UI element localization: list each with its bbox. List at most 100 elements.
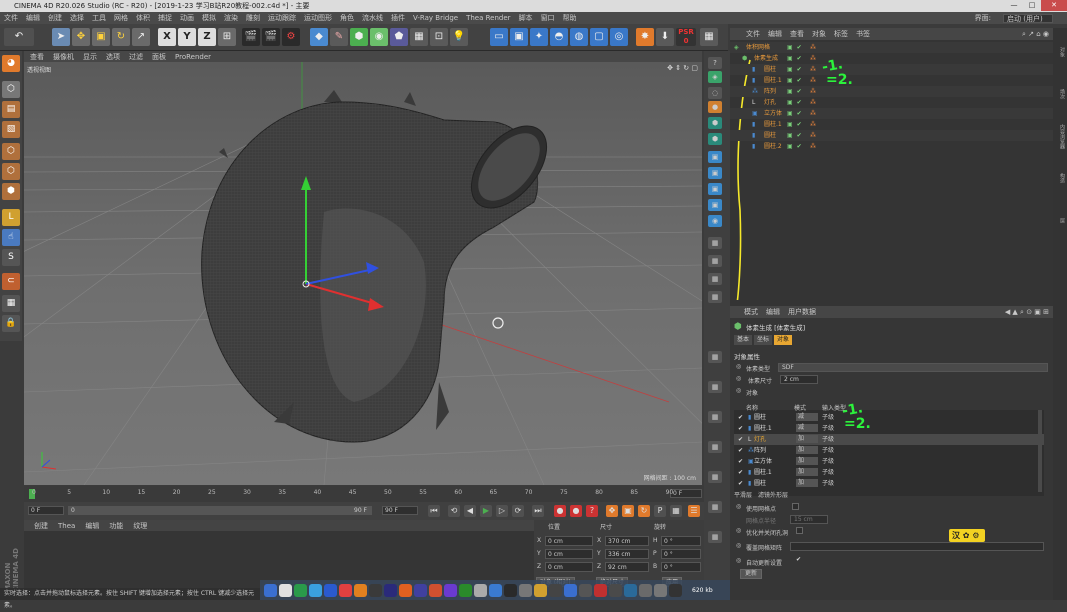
table-row-mode[interactable]: 减 <box>796 413 818 421</box>
table-row[interactable]: ✔ ▮ 圆柱.1 加子级 <box>734 467 1044 478</box>
object-name[interactable]: 体积网格 <box>746 42 770 53</box>
field-icon[interactable]: ▦ <box>410 28 428 46</box>
start-frame-field[interactable]: 0 F <box>28 506 64 515</box>
object-row[interactable]: ▮ 圆柱 ▣ ✔ ⁂ <box>730 64 1053 75</box>
layout-h-icon[interactable]: ▦ <box>708 441 722 453</box>
layout-f-icon[interactable]: ▦ <box>708 381 722 393</box>
table-row[interactable]: ✔ ▮ 圆柱 减子级 <box>734 412 1044 423</box>
object-row[interactable]: ▮ 圆柱.2 ▣ ✔ ⁂ <box>730 141 1053 152</box>
menu-item[interactable]: 文件 <box>4 13 18 23</box>
position-field[interactable]: 0 cm <box>545 549 593 559</box>
object-name[interactable]: 圆柱 <box>764 130 776 141</box>
cube-icon[interactable]: ◆ <box>310 28 328 46</box>
size-field[interactable]: 370 cm <box>605 536 649 546</box>
viewport-menu-item[interactable]: 面板 <box>152 52 166 62</box>
object-b-icon[interactable]: ▣ <box>708 167 722 179</box>
light-icon[interactable]: 💡 <box>450 28 468 46</box>
viewport-nav-icons[interactable]: ✥ ⇕ ↻ ▢ <box>667 64 698 72</box>
deformer-icon[interactable]: ⬟ <box>390 28 408 46</box>
visibility-toggles[interactable]: ▣ ✔ <box>787 86 803 97</box>
physical-sky-icon[interactable]: ◎ <box>610 28 628 46</box>
object-name[interactable]: 圆柱 <box>764 64 776 75</box>
generator-icon[interactable]: ◉ <box>370 28 388 46</box>
rotate-icon[interactable]: ↻ <box>112 28 130 46</box>
size-field[interactable]: 92 cm <box>605 562 649 572</box>
taskbar-app-icon[interactable] <box>444 583 457 597</box>
table-row-checkbox[interactable]: ✔ <box>738 412 743 423</box>
layout-e-icon[interactable]: ▦ <box>708 351 722 363</box>
taskbar-app-icon[interactable] <box>639 583 652 597</box>
subdivision-icon[interactable]: ⬢ <box>350 28 368 46</box>
key-param-icon[interactable]: P <box>654 505 666 517</box>
key-rotation-icon[interactable]: ↻ <box>638 505 650 517</box>
solo-icon[interactable]: S <box>2 249 20 266</box>
object-menu-item[interactable]: 编辑 <box>768 29 782 39</box>
table-row[interactable]: ✔ L 灯孔 加子级 <box>734 434 1044 445</box>
object-menu-item[interactable]: 对象 <box>812 29 826 39</box>
key-pla-icon[interactable]: ▦ <box>670 505 682 517</box>
table-row-checkbox[interactable]: ✔ <box>738 478 743 489</box>
right-strip-tab[interactable]: 内容浏览器 <box>1054 116 1066 156</box>
object-row[interactable]: L 灯孔 ▣ ✔ ⁂ <box>730 97 1053 108</box>
floor-icon[interactable]: ◓ <box>550 28 568 46</box>
object-menu-item[interactable]: 查看 <box>790 29 804 39</box>
menu-item[interactable]: 运动跟踪 <box>268 13 296 23</box>
object-d-icon[interactable]: ▣ <box>708 199 722 211</box>
filter-layer-tab[interactable]: 滤镜外形层 <box>758 490 788 499</box>
taskbar-app-icon[interactable] <box>459 583 472 597</box>
taskbar-app-icon[interactable] <box>399 583 412 597</box>
layout-a-icon[interactable]: ▦ <box>708 237 722 249</box>
auto-update-checkbox[interactable]: ✔ <box>796 556 801 563</box>
table-row-mode[interactable]: 加 <box>796 468 818 476</box>
axis-mode-icon[interactable]: L <box>2 209 20 226</box>
object-row[interactable]: ⬢ 体素生成 ▣ ✔ ⁂ <box>730 53 1053 64</box>
visibility-toggles[interactable]: ▣ ✔ <box>787 119 803 130</box>
z-axis-icon[interactable]: Z <box>198 28 216 46</box>
menu-item[interactable]: 捕捉 <box>158 13 172 23</box>
voxel-type-select[interactable]: SDF <box>778 363 1048 372</box>
menu-item[interactable]: 窗口 <box>541 13 555 23</box>
material-menu-item[interactable]: 创建 <box>34 521 48 531</box>
play-icon[interactable]: ▶ <box>480 505 492 517</box>
layout-k-icon[interactable]: ▦ <box>708 531 722 543</box>
taskbar-app-icon[interactable] <box>414 583 427 597</box>
viewport-menu-item[interactable]: 查看 <box>30 52 44 62</box>
taskbar-app-icon[interactable] <box>324 583 337 597</box>
help-icon[interactable]: ? <box>708 57 722 69</box>
range-slider[interactable]: 0 90 F <box>68 506 372 515</box>
menu-item[interactable]: V-Ray Bridge <box>413 14 458 22</box>
object-row[interactable]: ▮ 圆柱.1 ▣ ✔ ⁂ <box>730 75 1053 86</box>
object-search-icons[interactable]: ⌕ ↗ ⌂ ◉ <box>1022 30 1049 39</box>
menu-item[interactable]: 流水线 <box>362 13 383 23</box>
use-grid-points-row[interactable]: ◎ 使用网格点 <box>734 502 1049 513</box>
pen-icon[interactable]: ✎ <box>330 28 348 46</box>
table-row-checkbox[interactable]: ✔ <box>738 445 743 456</box>
visibility-toggles[interactable]: ▣ ✔ <box>787 42 803 53</box>
auto-key-icon[interactable]: ● <box>570 505 582 517</box>
goto-end-icon[interactable]: ⏭ <box>532 505 544 517</box>
coordinate-system-icon[interactable]: ⊞ <box>218 28 236 46</box>
taskbar-app-icon[interactable] <box>489 583 502 597</box>
recent-tool-icon[interactable]: ↗ <box>132 28 150 46</box>
taskbar-app-icon[interactable] <box>669 583 682 597</box>
null-icon[interactable]: ◌ <box>708 87 722 99</box>
viewport-menu-item[interactable]: 显示 <box>83 52 97 62</box>
object-row[interactable]: ▣ 立方体 ▣ ✔ ⁂ <box>730 108 1053 119</box>
object-name[interactable]: 体素生成 <box>754 53 778 64</box>
tweak-icon[interactable]: ☝ <box>2 229 20 246</box>
points-mode-icon[interactable]: ⬡ <box>2 143 20 160</box>
tag-icon[interactable]: ⬢ <box>708 117 722 129</box>
menu-item[interactable]: 运动图形 <box>304 13 332 23</box>
table-row-mode[interactable]: 加 <box>796 435 818 443</box>
make-editable-icon[interactable]: ◕ <box>2 55 20 72</box>
menu-item[interactable]: 编辑 <box>26 13 40 23</box>
menu-item[interactable]: 脚本 <box>519 13 533 23</box>
position-field[interactable]: 0 cm <box>545 536 593 546</box>
attribute-tab[interactable]: 基本 <box>734 335 753 345</box>
grid-radius-field[interactable]: 15 cm <box>790 515 828 524</box>
menu-item[interactable]: 模拟 <box>202 13 216 23</box>
prev-key-icon[interactable]: ⟲ <box>448 505 460 517</box>
right-strip-tab[interactable]: 构造 <box>1054 158 1066 198</box>
magnet-icon[interactable]: ⊂ <box>2 273 20 290</box>
material-menu-item[interactable]: 纹理 <box>133 521 147 531</box>
